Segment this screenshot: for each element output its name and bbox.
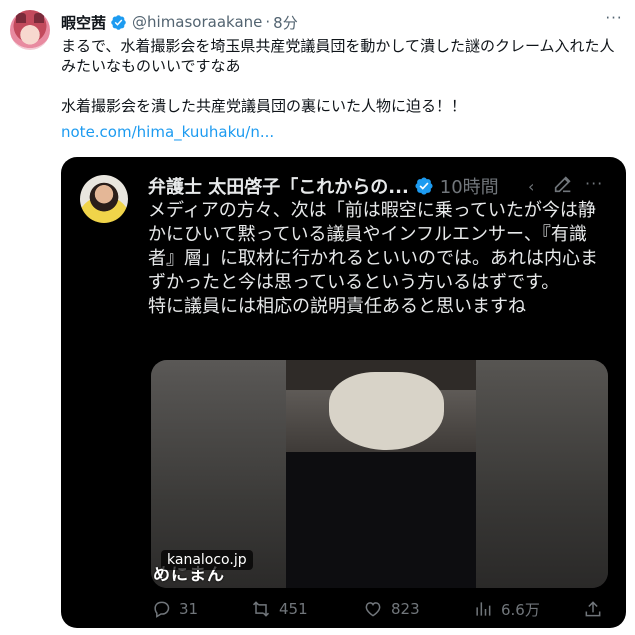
reply-count: 31 <box>179 600 199 618</box>
retweet-button[interactable]: 451 <box>251 593 308 625</box>
edit-pencil-icon[interactable] <box>552 173 574 195</box>
action-bar: 31 451 823 6.6万 <box>151 593 611 625</box>
tweet-timestamp[interactable]: 8分 <box>273 12 298 33</box>
media-subject-shirt <box>286 452 476 588</box>
tweet-header: 暇空茜 @himasoraakane · 8分 <box>61 12 298 32</box>
analytics-bar-icon <box>476 602 491 616</box>
quoted-tweet-body-text: メディアの方々、次は「前は暇空に乗っていたが今は静かにひいて黙っている議員やイン… <box>148 200 598 317</box>
tweet-body-text: まるで、水着撮影会を埼玉県共産党議員団を動かして潰した謎のクレーム入れた人みたい… <box>61 37 615 115</box>
views-button[interactable]: 6.6万 <box>473 593 540 625</box>
media-subject-face-mask <box>329 372 444 450</box>
tweet-link[interactable]: note.com/hima_kuuhaku/n... <box>61 122 274 142</box>
retweet-count: 451 <box>279 600 308 618</box>
reply-button[interactable]: 31 <box>151 593 198 625</box>
like-button[interactable]: 823 <box>363 593 420 625</box>
quoted-author-avatar[interactable] <box>80 175 128 223</box>
media-source-badge[interactable]: kanaloco.jp <box>161 550 253 570</box>
quoted-author-display-name[interactable]: 弁護士 太田啓子「これからの... <box>148 173 409 199</box>
quoted-tweet-card[interactable]: 弁護士 太田啓子「これからの... 10時間 ‹ ··· メディアの方々、次は「… <box>61 157 626 628</box>
more-options-icon[interactable]: ··· <box>604 11 624 28</box>
author-display-name[interactable]: 暇空茜 <box>61 12 106 33</box>
avatar-ear-left <box>16 13 26 23</box>
heart-icon <box>365 602 381 617</box>
chevron-left-icon: ‹ <box>528 177 535 196</box>
quoted-tweet-media[interactable]: めにまん kanaloco.jp <box>151 360 608 588</box>
quoted-tweet-header: 弁護士 太田啓子「これからの... 10時間 <box>148 173 499 199</box>
media-blur-right <box>476 360 608 588</box>
author-avatar[interactable] <box>10 10 50 50</box>
verified-badge-icon[interactable] <box>110 14 127 31</box>
retweet-icon <box>252 601 270 617</box>
like-count: 823 <box>391 600 420 618</box>
view-count: 6.6万 <box>501 600 540 619</box>
quoted-verified-badge-icon <box>415 177 433 195</box>
avatar-ear-right <box>34 13 44 23</box>
quoted-tweet-timestamp[interactable]: 10時間 <box>440 173 499 199</box>
quoted-more-options-icon[interactable]: ··· <box>585 174 603 193</box>
share-upload-icon <box>585 601 601 617</box>
header-separator: · <box>265 13 271 31</box>
reply-icon <box>154 601 170 618</box>
share-button[interactable] <box>583 593 603 625</box>
author-handle[interactable]: @himasoraakane <box>132 13 262 31</box>
